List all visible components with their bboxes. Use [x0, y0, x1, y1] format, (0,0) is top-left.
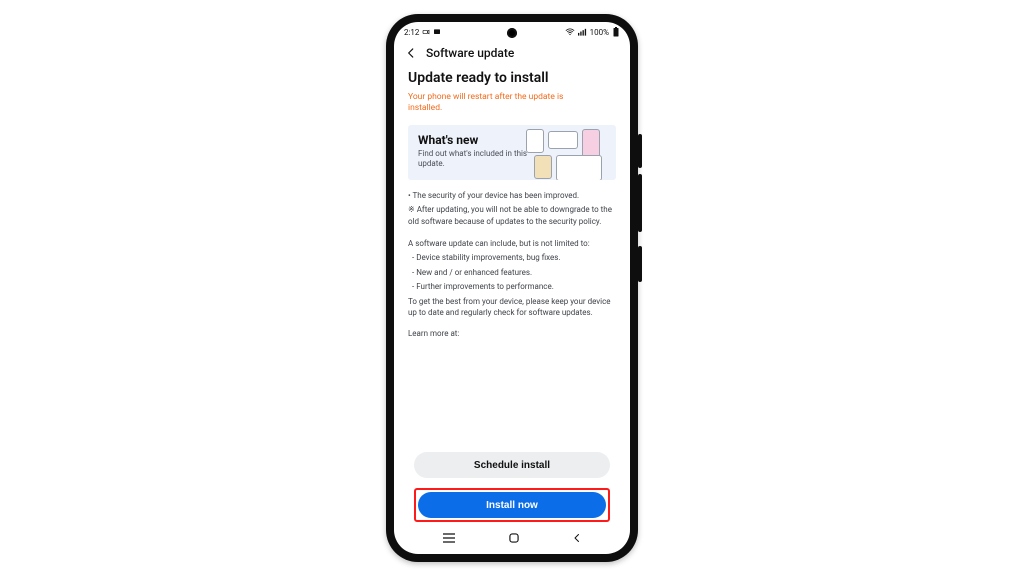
notes-line: To get the best from your device, please… — [408, 296, 616, 319]
app-header: Software update — [394, 42, 630, 68]
notes-item: - New and / or enhanced features. — [408, 267, 616, 279]
side-button — [638, 174, 642, 232]
update-includes: A software update can include, but is no… — [408, 238, 616, 320]
battery-icon — [612, 27, 620, 37]
side-button — [638, 246, 642, 282]
schedule-install-button[interactable]: Schedule install — [414, 452, 610, 478]
android-navbar — [394, 526, 630, 554]
learn-more: Learn more at: — [408, 329, 616, 338]
nav-back-icon[interactable] — [571, 532, 583, 544]
notes-line: A software update can include, but is no… — [408, 238, 616, 250]
signal-icon — [578, 28, 587, 36]
notes-line: ※ After updating, you will not be able t… — [408, 204, 616, 227]
wifi-icon — [565, 28, 575, 36]
header-title: Software update — [426, 46, 514, 60]
whats-new-card[interactable]: What's new Find out what's included in t… — [408, 125, 616, 180]
recents-icon[interactable] — [441, 532, 457, 544]
notes-item: - Further improvements to performance. — [408, 281, 616, 293]
back-icon[interactable] — [404, 46, 418, 60]
page-title: Update ready to install — [408, 70, 616, 86]
side-button — [638, 134, 642, 168]
button-bar: Schedule install Install now — [394, 442, 630, 526]
notes-item: - Device stability improvements, bug fix… — [408, 252, 616, 264]
battery-text: 100% — [590, 28, 609, 37]
status-time: 2:12 — [404, 28, 419, 37]
stage: 2:12 100% — [0, 0, 1024, 576]
phone-frame: 2:12 100% — [386, 14, 638, 562]
front-camera — [507, 28, 517, 38]
status-icon-camera — [422, 28, 430, 36]
screen: 2:12 100% — [394, 22, 630, 554]
status-icon-message — [433, 28, 441, 36]
home-icon[interactable] — [507, 531, 521, 545]
whats-new-subtitle: Find out what's included in this update. — [418, 149, 538, 170]
restart-warning: Your phone will restart after the update… — [408, 92, 578, 115]
notes-line: • The security of your device has been i… — [408, 190, 616, 202]
install-now-highlight: Install now — [414, 488, 610, 522]
content[interactable]: Update ready to install Your phone will … — [394, 68, 630, 442]
whats-new-illustration — [526, 129, 612, 180]
release-notes: • The security of your device has been i… — [408, 190, 616, 228]
install-now-button[interactable]: Install now — [418, 492, 606, 518]
